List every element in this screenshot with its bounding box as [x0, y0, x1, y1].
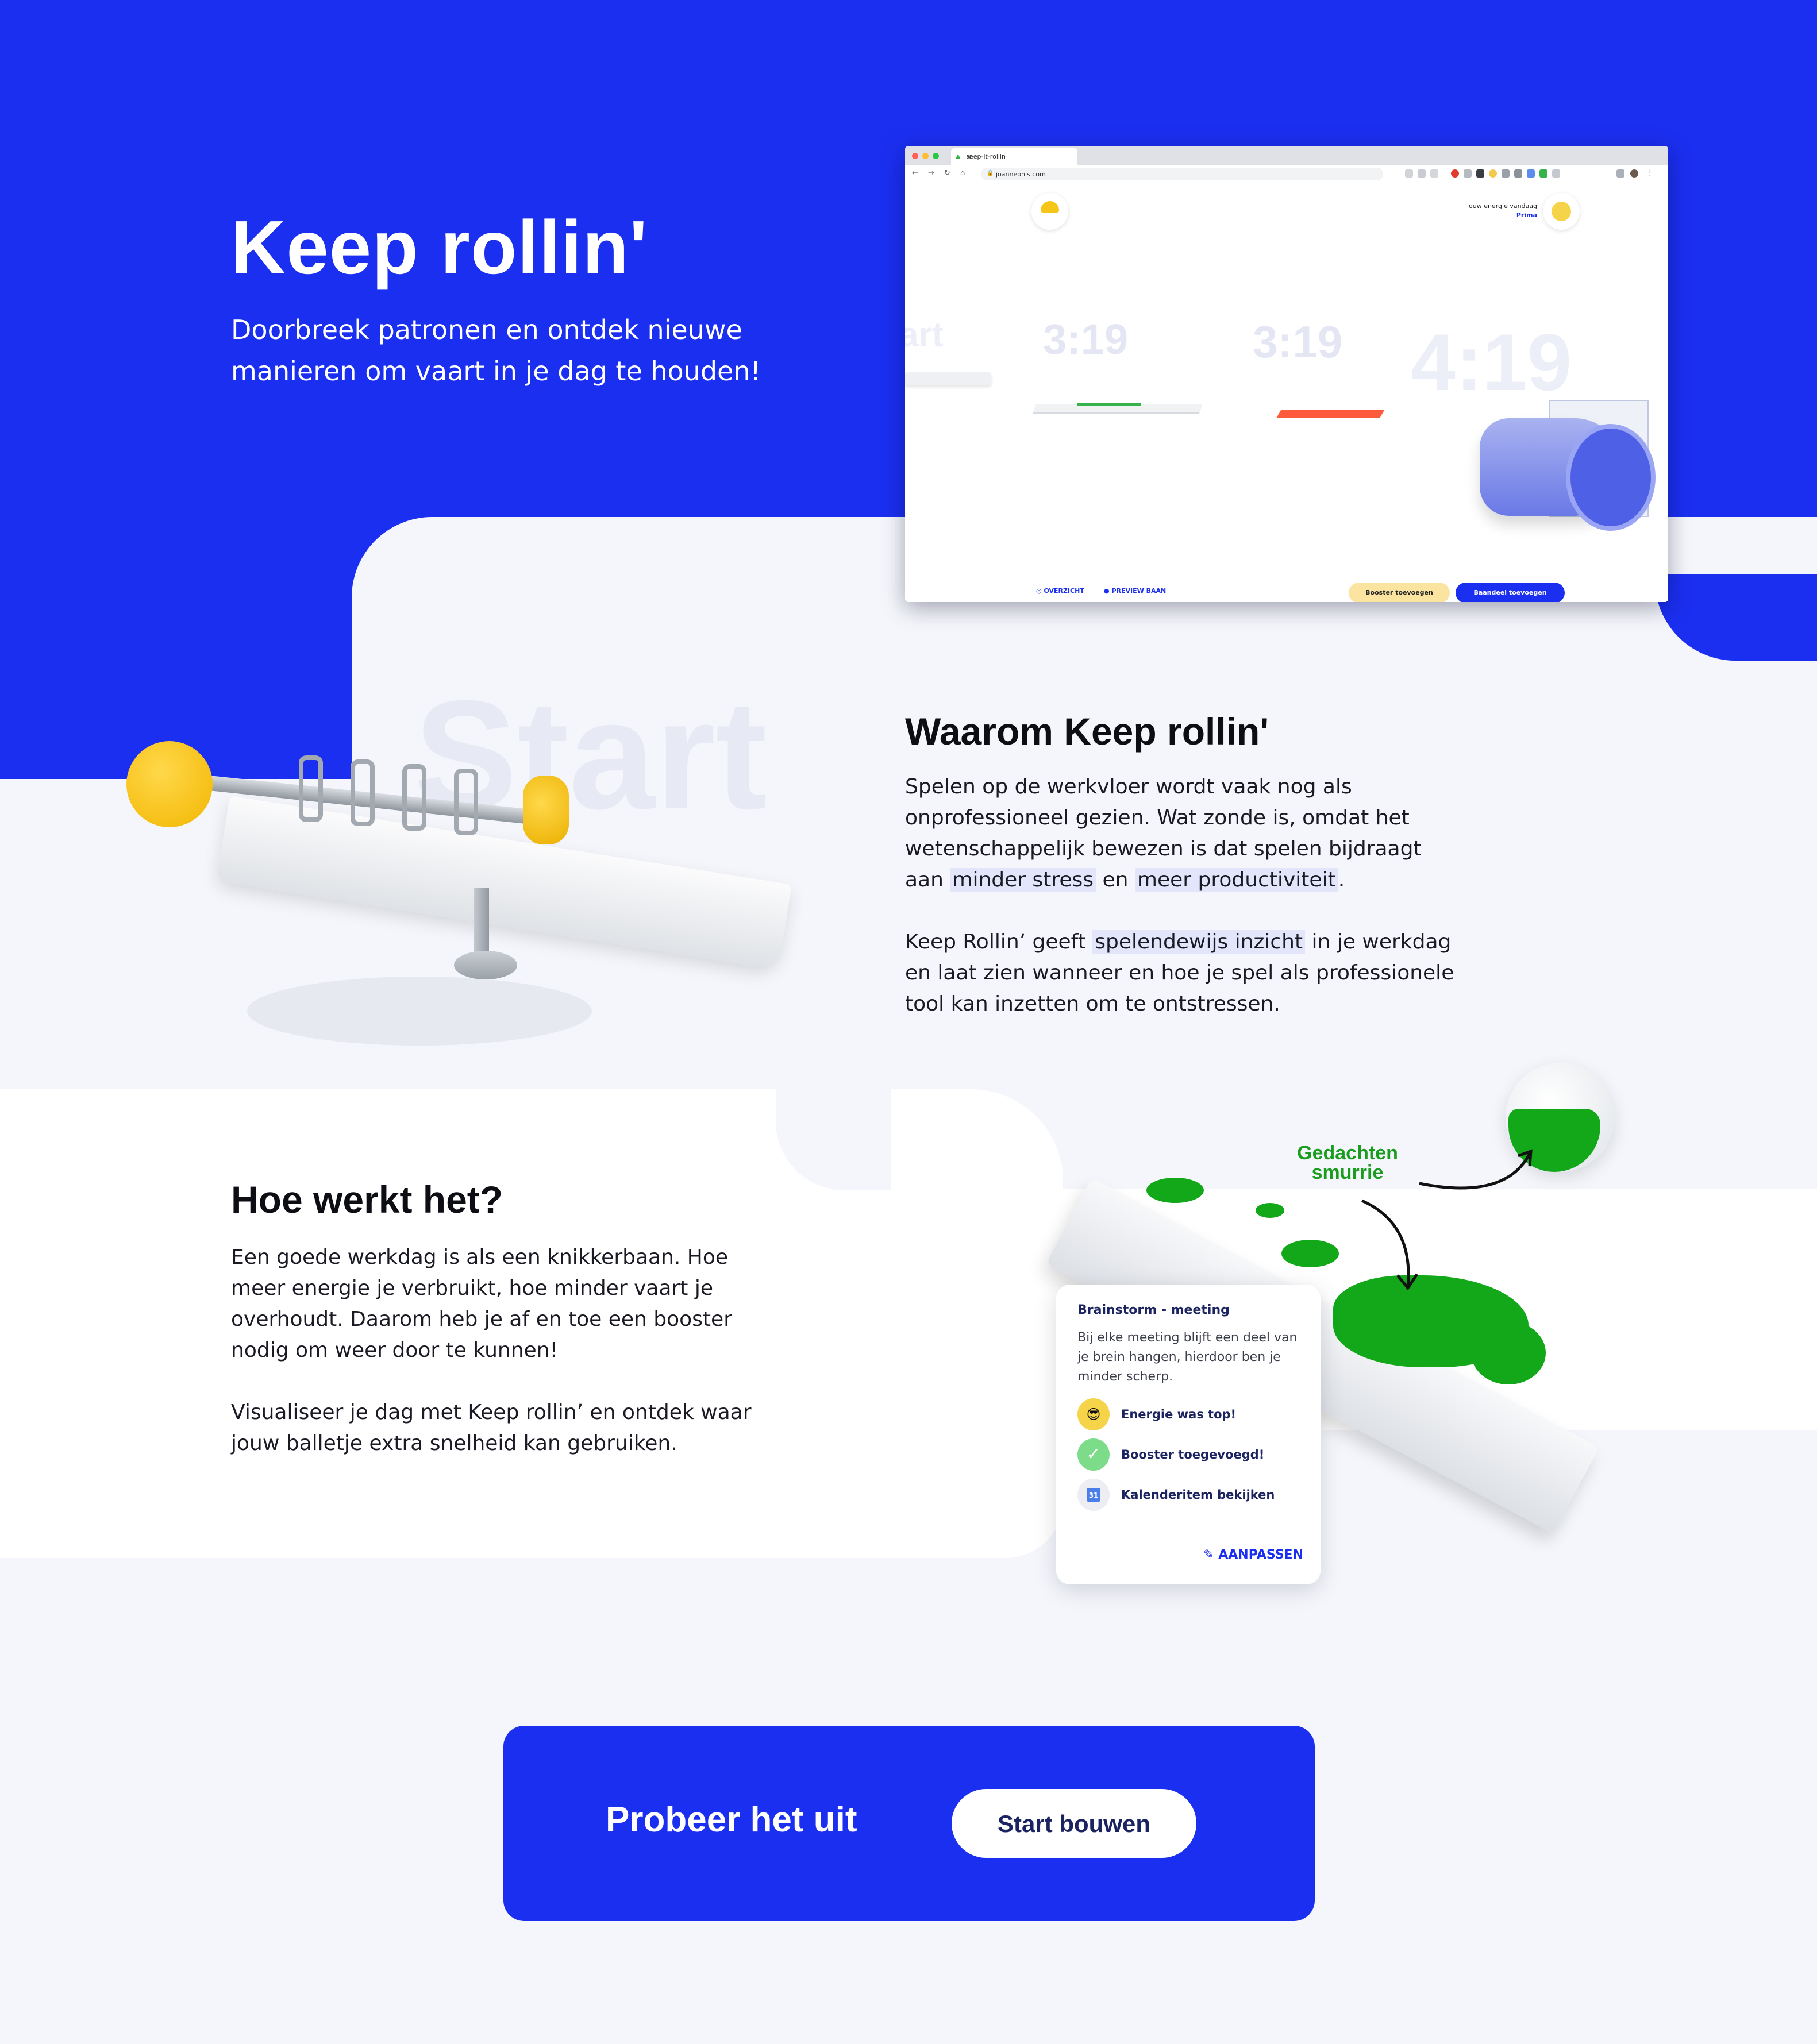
- extension-icon[interactable]: [1514, 169, 1522, 178]
- start-building-button[interactable]: Start bouwen: [952, 1789, 1196, 1858]
- page-title: Keep rollin': [231, 205, 648, 290]
- how-paragraph-1: Een goede werkdag is als een knikkerbaan…: [231, 1245, 732, 1362]
- track-timer: 3:19: [1043, 315, 1129, 363]
- back-icon[interactable]: ←: [912, 169, 918, 178]
- extension-icon[interactable]: [1405, 169, 1413, 178]
- lock-icon: 🔒: [987, 170, 994, 176]
- goo-splat: [1256, 1203, 1284, 1218]
- extension-icon[interactable]: [1451, 169, 1459, 178]
- browser-screenshot: ▲ keep-it-rollin × ← → ↻ ⌂ 🔒 joanneonis.…: [905, 146, 1668, 602]
- overview-link[interactable]: ◎ OVERZICHT: [1036, 587, 1084, 595]
- cta-panel: Probeer het uit Start bouwen: [503, 1726, 1315, 1921]
- extension-icon[interactable]: [1489, 169, 1497, 178]
- star-icon[interactable]: [1430, 169, 1438, 178]
- extension-icon[interactable]: [1502, 169, 1510, 178]
- energy-value: Prima: [1516, 211, 1537, 219]
- card-description: Bij elke meeting blijft een deel van je …: [1077, 1330, 1298, 1384]
- card-row-energy: 😎 Energie was top!: [1077, 1398, 1307, 1433]
- track-label: art: [905, 315, 944, 354]
- edit-icon: ✎: [1203, 1548, 1219, 1562]
- extension-icon[interactable]: [1552, 169, 1560, 178]
- window-close-dot[interactable]: [912, 153, 918, 159]
- goo-splat: [1146, 1178, 1204, 1203]
- goo-splat: [1471, 1321, 1546, 1384]
- extension-icon[interactable]: [1418, 169, 1426, 178]
- how-paragraph-2: Visualiseer je dag met Keep rollin’ en o…: [231, 1401, 752, 1455]
- add-booster-button[interactable]: Booster toevoegen: [1349, 583, 1450, 602]
- url-text: joanneonis.com: [996, 171, 1046, 178]
- annotation-arrows: [1361, 1149, 1533, 1291]
- launcher-ball: [126, 741, 213, 827]
- profile-avatar[interactable]: [1630, 169, 1638, 178]
- highlight-stress: minder stress: [950, 868, 1096, 892]
- goo-splat: [1281, 1240, 1339, 1267]
- energy-label: jouw energie vandaag: [1466, 202, 1537, 210]
- how-heading: Hoe werkt het?: [231, 1178, 503, 1221]
- browser-tab[interactable]: ▲ keep-it-rollin ×: [951, 148, 1077, 165]
- app-bottom-bar: ◎ OVERZICHT ● PREVIEW BAAN Booster toevo…: [905, 579, 1668, 602]
- tab-title: keep-it-rollin: [966, 153, 1006, 160]
- card-title: Brainstorm - meeting: [1077, 1303, 1230, 1317]
- energy-smiley-icon[interactable]: [1543, 193, 1580, 230]
- why-paragraph-1: Spelen op de werkvloer wordt vaak nog al…: [905, 775, 1422, 892]
- address-bar[interactable]: 🔒 joanneonis.com: [981, 168, 1383, 180]
- extension-icon[interactable]: [1527, 169, 1535, 178]
- launcher-spring: [402, 764, 426, 831]
- reload-icon[interactable]: ↻: [944, 169, 950, 178]
- launcher-spring: [299, 755, 323, 822]
- hero-subtitle: Doorbreek patronen en ontdek nieuwe mani…: [231, 314, 761, 387]
- home-icon[interactable]: ⌂: [960, 169, 965, 178]
- check-icon: ✓: [1077, 1438, 1110, 1471]
- extension-icon[interactable]: [1464, 169, 1472, 178]
- launcher-puck: [523, 776, 569, 844]
- arrow-to-goo: [1361, 1199, 1410, 1287]
- cta-title: Probeer het uit: [606, 1800, 857, 1839]
- window-maximize-dot[interactable]: [933, 153, 939, 159]
- card-row-calendar[interactable]: 31 Kalenderitem bekijken: [1077, 1479, 1307, 1513]
- launcher-spring: [454, 769, 478, 835]
- card-row-label: Energie was top!: [1121, 1407, 1237, 1421]
- edit-button[interactable]: ✎ AANPASSEN: [1183, 1548, 1303, 1562]
- track-timer: 4:19: [1411, 317, 1572, 407]
- browser-toolbar: ← → ↻ ⌂ 🔒 joanneonis.com ⋮: [905, 165, 1668, 183]
- launcher-rail[interactable]: [905, 372, 991, 385]
- launcher-spring: [351, 759, 375, 826]
- why-heading: Waarom Keep rollin': [905, 710, 1269, 753]
- add-track-part-button[interactable]: Baandeel toevoegen: [1456, 583, 1565, 602]
- highlight-insight: spelendewijs inzicht: [1092, 930, 1306, 954]
- cast-icon[interactable]: [1616, 169, 1624, 178]
- why-paragraph-2: Keep Rollin’ geeft spelendewijs inzicht …: [905, 930, 1454, 1016]
- launcher-stand-base: [454, 951, 517, 979]
- track-goo: [1077, 403, 1141, 406]
- card-row-label: Kalenderitem bekijken: [1121, 1488, 1275, 1502]
- launcher-shadow: [247, 977, 592, 1046]
- extension-icon[interactable]: [1476, 169, 1484, 178]
- browser-tab-bar: ▲ keep-it-rollin ×: [905, 146, 1668, 165]
- card-row-label: Booster toegevoegd!: [1121, 1448, 1265, 1461]
- close-icon[interactable]: ×: [966, 153, 972, 161]
- track-piece[interactable]: [1276, 410, 1385, 418]
- extension-icon[interactable]: [1539, 169, 1547, 178]
- card-row-booster: ✓ Booster toegevoegd!: [1077, 1438, 1307, 1473]
- menu-icon[interactable]: ⋮: [1646, 169, 1654, 178]
- highlight-productivity: meer productiviteit: [1134, 868, 1338, 892]
- window-minimize-dot[interactable]: [922, 153, 929, 159]
- sunglasses-emoji-icon: 😎: [1077, 1398, 1110, 1430]
- track-info-card: Brainstorm - meeting Bij elke meeting bl…: [1056, 1285, 1321, 1584]
- arrow-to-ball: [1419, 1152, 1531, 1190]
- calendar-icon: 31: [1077, 1479, 1110, 1511]
- user-avatar[interactable]: [1031, 193, 1068, 230]
- forward-icon[interactable]: →: [928, 169, 934, 178]
- app-canvas: jouw energie vandaag Prima art 3:19 3:19…: [905, 183, 1668, 602]
- favicon-icon: ▲: [956, 152, 961, 160]
- preview-link[interactable]: ● PREVIEW BAAN: [1104, 587, 1166, 595]
- tube-opening: [1566, 424, 1656, 531]
- track-timer: 3:19: [1253, 317, 1343, 367]
